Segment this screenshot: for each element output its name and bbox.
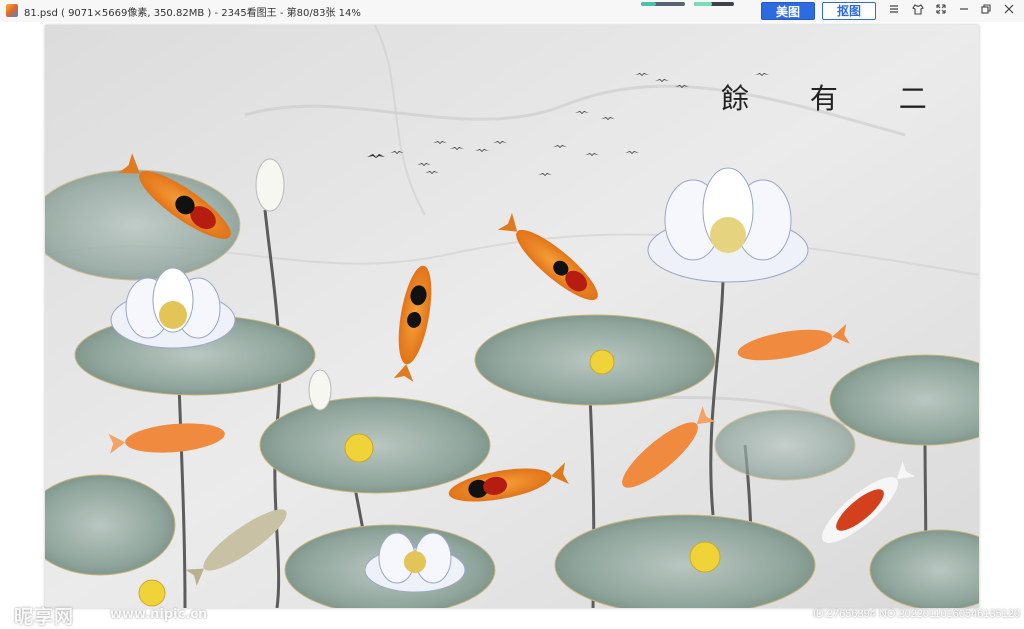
restore-icon[interactable] — [978, 3, 994, 19]
watermark-logo: 昵享网 — [14, 606, 75, 628]
calligraphy-text: 餘 有 二 月 — [721, 82, 979, 115]
progress-fill — [641, 2, 657, 6]
displayed-image: 餘 有 二 月 — [45, 25, 979, 608]
secondary-progress-bar — [694, 2, 734, 6]
cutout-button[interactable]: 抠图 — [822, 2, 876, 20]
fullscreen-icon[interactable] — [933, 3, 949, 19]
minimize-icon[interactable] — [956, 3, 972, 19]
app-icon — [6, 4, 18, 17]
image-viewer[interactable]: 餘 有 二 月 昵享网 www.nipic.cn ID:27656394 NO:… — [0, 22, 1024, 628]
beautify-button[interactable]: 美图 — [761, 2, 815, 20]
close-icon[interactable] — [1001, 3, 1017, 19]
window-title: 81.psd ( 9071×5669像素, 350.82MB ) - 2345看… — [24, 8, 361, 19]
secondary-progress-fill — [694, 2, 712, 6]
progress-bar — [641, 2, 685, 6]
watermark-id: ID:27656394 NO:20220110160546135120 — [812, 608, 1020, 620]
title-bar: 81.psd ( 9071×5669像素, 350.82MB ) - 2345看… — [0, 0, 1024, 23]
menu-icon[interactable] — [886, 3, 902, 19]
watermark-url: www.nipic.cn — [110, 607, 208, 622]
skin-icon[interactable] — [910, 3, 926, 19]
